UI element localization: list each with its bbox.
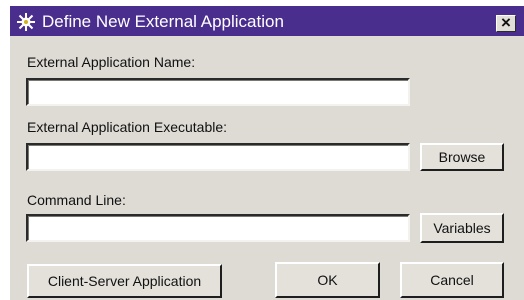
window-title: Define New External Application [42,12,284,31]
title-bar[interactable]: Define New External Application × [10,6,524,36]
variables-button-label: Variables [433,220,491,236]
close-button[interactable]: × [496,13,516,32]
command-line-label: Command Line: [27,192,126,208]
client-server-application-button[interactable]: Client-Server Application [27,264,222,298]
browse-button[interactable]: Browse [420,143,504,171]
ok-button-label: OK [317,272,338,288]
define-external-application-dialog: Define New External Application × Extern… [10,6,524,300]
client-server-button-label: Client-Server Application [47,273,202,289]
cancel-button[interactable]: Cancel [400,262,504,298]
executable-label: External Application Executable: [27,119,228,135]
close-icon: × [501,13,511,32]
ok-button[interactable]: OK [275,262,380,298]
variables-button[interactable]: Variables [420,213,504,243]
cancel-button-label: Cancel [430,272,474,288]
name-label: External Application Name: [27,54,196,70]
executable-input[interactable] [26,143,410,171]
browse-button-label: Browse [438,149,486,165]
application-name-input[interactable] [26,78,410,106]
gear-star-icon [17,13,35,31]
command-line-input[interactable] [26,214,410,242]
